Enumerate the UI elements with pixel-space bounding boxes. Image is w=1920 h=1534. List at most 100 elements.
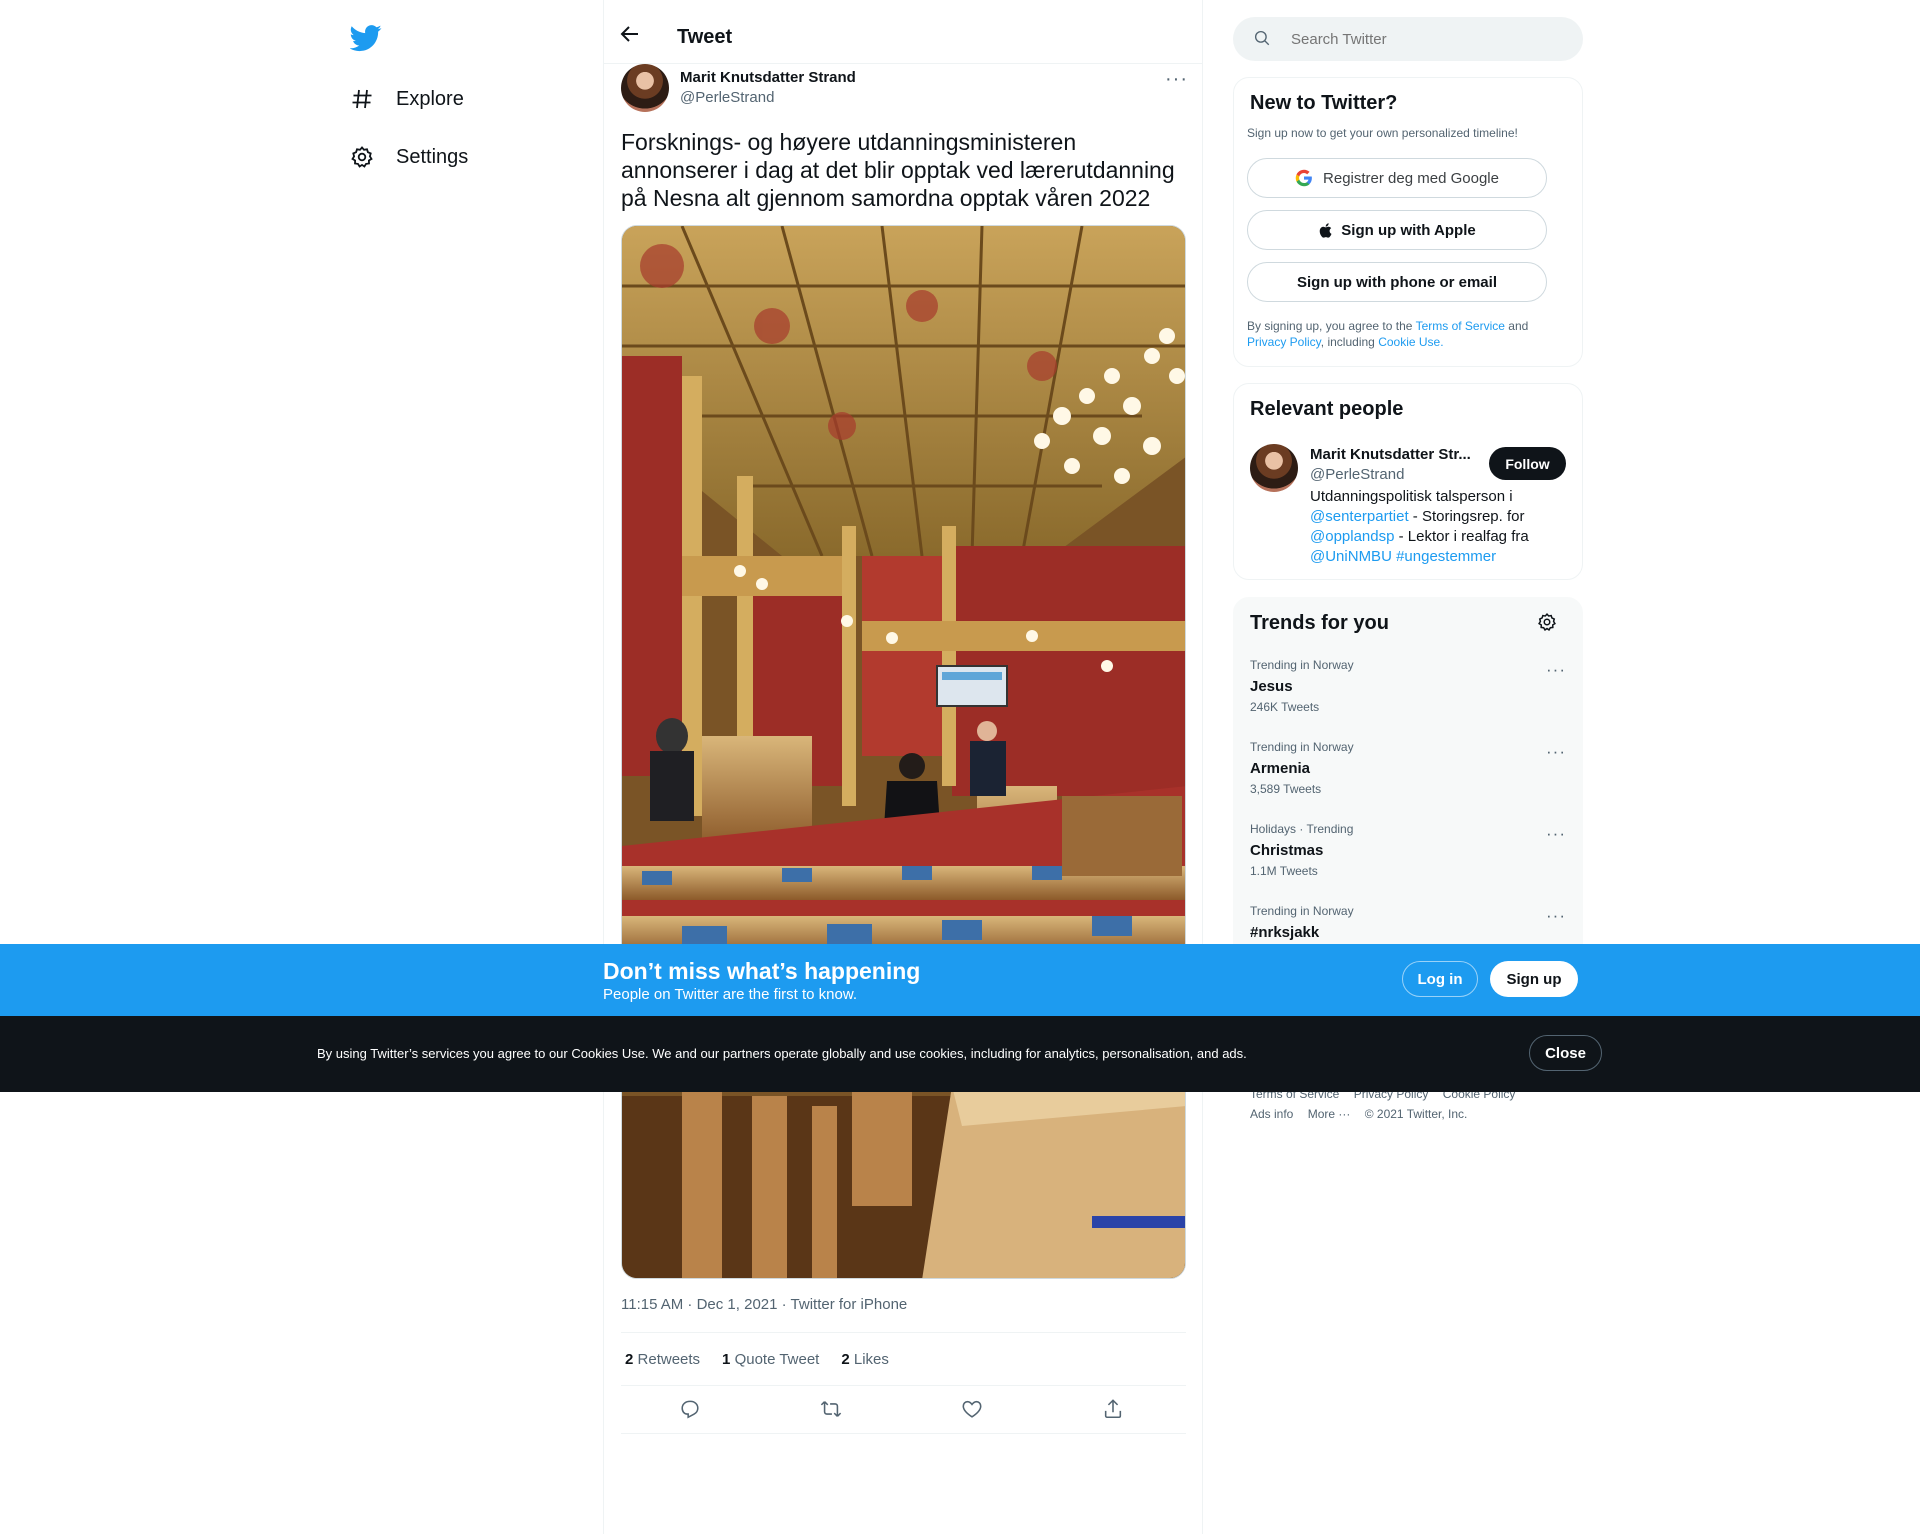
bio-link-uninmbu[interactable]: @UniNMBU [1310, 548, 1392, 565]
quotes-label: Quote Tweet [734, 1350, 820, 1368]
legal-prefix: By signing up, you agree to the [1247, 319, 1413, 333]
hashtag-icon [350, 86, 376, 112]
author-avatar[interactable] [621, 64, 669, 112]
search-bar[interactable] [1233, 17, 1583, 61]
tweet-actions [621, 1386, 1186, 1434]
banner-subtitle: People on Twitter are the first to know. [603, 986, 858, 1003]
retweets-stat[interactable]: 2 Retweets [625, 1351, 700, 1368]
trend-count: 246K Tweets [1250, 700, 1320, 714]
trend-item[interactable]: Holidays · Trending Christmas 1.1M Tweet… [1250, 822, 1568, 904]
like-icon[interactable] [961, 1398, 985, 1422]
signup-button[interactable]: Sign up [1490, 961, 1578, 997]
person-avatar[interactable] [1250, 444, 1298, 492]
main-header: Tweet [604, 0, 1202, 64]
bio-text-1: Utdanningspolitisk talsperson i [1310, 488, 1513, 505]
share-icon[interactable] [1102, 1398, 1126, 1422]
nav-explore[interactable]: Explore [350, 79, 464, 119]
trend-item[interactable]: Trending in Norway Jesus 246K Tweets ··· [1250, 658, 1568, 740]
nav-explore-label: Explore [396, 87, 464, 110]
banner-title: Don’t miss what’s happening [603, 958, 921, 984]
trends-card: Trends for you Trending in Norway Jesus … [1233, 597, 1583, 977]
apple-signup-label: Sign up with Apple [1341, 221, 1476, 239]
trend-item[interactable]: Trending in Norway Armenia 3,589 Tweets … [1250, 740, 1568, 822]
tweet-timestamp[interactable]: 11:15 AM · Dec 1, 2021 · Twitter for iPh… [621, 1296, 907, 1313]
person-handle[interactable]: @PerleStrand [1310, 466, 1404, 483]
more-options-icon[interactable]: ··· [1165, 68, 1188, 91]
relevant-people-card: Relevant people Marit Knutsdatter Str...… [1233, 383, 1583, 580]
author-handle[interactable]: @PerleStrand [680, 89, 774, 106]
retweets-count: 2 [625, 1350, 634, 1368]
google-signup-label: Registrer deg med Google [1323, 169, 1499, 187]
more-options-icon[interactable]: ··· [1546, 906, 1566, 926]
footer-copyright: © 2021 Twitter, Inc. [1364, 1107, 1468, 1121]
phone-signup-label: Sign up with phone or email [1296, 273, 1497, 291]
cookie-banner: By using Twitter’s services you agree to… [0, 1016, 1920, 1092]
more-options-icon[interactable]: ··· [1546, 660, 1566, 680]
footer-more-link[interactable]: More ··· [1308, 1107, 1351, 1121]
trend-name: Armenia [1250, 760, 1311, 777]
footer-ads-info-link[interactable]: Ads info [1250, 1107, 1293, 1121]
trends-title: Trends for you [1250, 612, 1389, 634]
retweet-icon[interactable] [820, 1398, 844, 1422]
search-icon [1253, 29, 1273, 49]
relevant-people-title: Relevant people [1250, 398, 1404, 420]
google-icon [1295, 169, 1313, 187]
author-name[interactable]: Marit Knutsdatter Strand [680, 69, 856, 86]
gear-icon [350, 144, 376, 170]
legal-including: , including [1320, 335, 1375, 349]
retweets-label: Retweets [637, 1350, 701, 1368]
person-bio: Utdanningspolitisk talsperson i @senterp… [1310, 487, 1560, 567]
cookie-use-link[interactable]: Cookie Use. [1378, 335, 1443, 349]
tweet-photo[interactable] [621, 225, 1186, 1279]
quotes-count: 1 [722, 1350, 731, 1368]
apple-signup-button[interactable]: Sign up with Apple [1247, 210, 1547, 250]
tweet-stats: 2 Retweets 1 Quote Tweet 2 Likes [621, 1332, 1186, 1386]
google-signup-button[interactable]: Registrer deg med Google [1247, 158, 1547, 198]
apple-icon [1318, 222, 1335, 239]
signup-card-title: New to Twitter? [1250, 92, 1398, 114]
likes-label: Likes [853, 1350, 889, 1368]
bio-link-ungestemmer[interactable]: #ungestemmer [1396, 548, 1496, 565]
cookie-text: By using Twitter’s services you agree to… [317, 1046, 1247, 1061]
page-title: Tweet [677, 26, 733, 48]
phone-email-signup-button[interactable]: Sign up with phone or email [1247, 262, 1547, 302]
bio-link-opplandsp[interactable]: @opplandsp [1310, 528, 1394, 545]
bio-text-2: - Storingsrep. for [1408, 508, 1525, 525]
bio-text-3: - Lektor i realfag fra [1394, 528, 1529, 545]
login-button[interactable]: Log in [1402, 961, 1478, 997]
more-options-icon[interactable]: ··· [1546, 824, 1566, 844]
person-name[interactable]: Marit Knutsdatter Str... [1310, 446, 1480, 463]
trend-context: Trending in Norway [1250, 740, 1354, 754]
twitter-bird-icon[interactable] [349, 22, 382, 54]
reply-icon[interactable] [679, 1398, 703, 1422]
signup-legal-text: By signing up, you agree to the Terms of… [1247, 318, 1557, 350]
more-options-icon[interactable]: ··· [1546, 742, 1566, 762]
quote-tweets-stat[interactable]: 1 Quote Tweet [722, 1351, 819, 1368]
footer-links-row-2: Ads info More ··· © 2021 Twitter, Inc. [1250, 1107, 1478, 1121]
signup-card-subtitle: Sign up now to get your own personalized… [1247, 126, 1518, 140]
tweet-text: Forsknings- og høyere utdanningsminister… [621, 129, 1175, 211]
likes-count: 2 [841, 1350, 850, 1368]
arrow-left-icon[interactable] [618, 22, 642, 46]
trend-context: Trending in Norway [1250, 658, 1354, 672]
search-input[interactable] [1289, 29, 1549, 49]
nav-settings[interactable]: Settings [350, 137, 468, 177]
main-column: Tweet Marit Knutsdatter Strand @PerleStr… [603, 0, 1203, 1534]
cookie-close-button[interactable]: Close [1529, 1035, 1602, 1071]
trend-context: Trending in Norway [1250, 904, 1354, 918]
trend-name: #nrksjakk [1250, 924, 1320, 941]
likes-stat[interactable]: 2 Likes [841, 1351, 889, 1368]
trend-count: 3,589 Tweets [1250, 782, 1322, 796]
trend-count: 1.1M Tweets [1250, 864, 1318, 878]
trend-name: Christmas [1250, 842, 1324, 859]
trend-name: Jesus [1250, 678, 1293, 695]
follow-button[interactable]: Follow [1489, 447, 1566, 480]
signup-card: New to Twitter? Sign up now to get your … [1233, 77, 1583, 367]
trend-context: Holidays · Trending [1250, 822, 1354, 836]
signup-banner: Don’t miss what’s happening People on Tw… [0, 944, 1920, 1016]
trends-settings-icon[interactable] [1537, 612, 1559, 634]
terms-link[interactable]: Terms of Service [1416, 319, 1505, 333]
privacy-link[interactable]: Privacy Policy [1247, 335, 1321, 349]
nav-settings-label: Settings [396, 145, 469, 168]
bio-link-senterpartiet[interactable]: @senterpartiet [1310, 508, 1409, 525]
